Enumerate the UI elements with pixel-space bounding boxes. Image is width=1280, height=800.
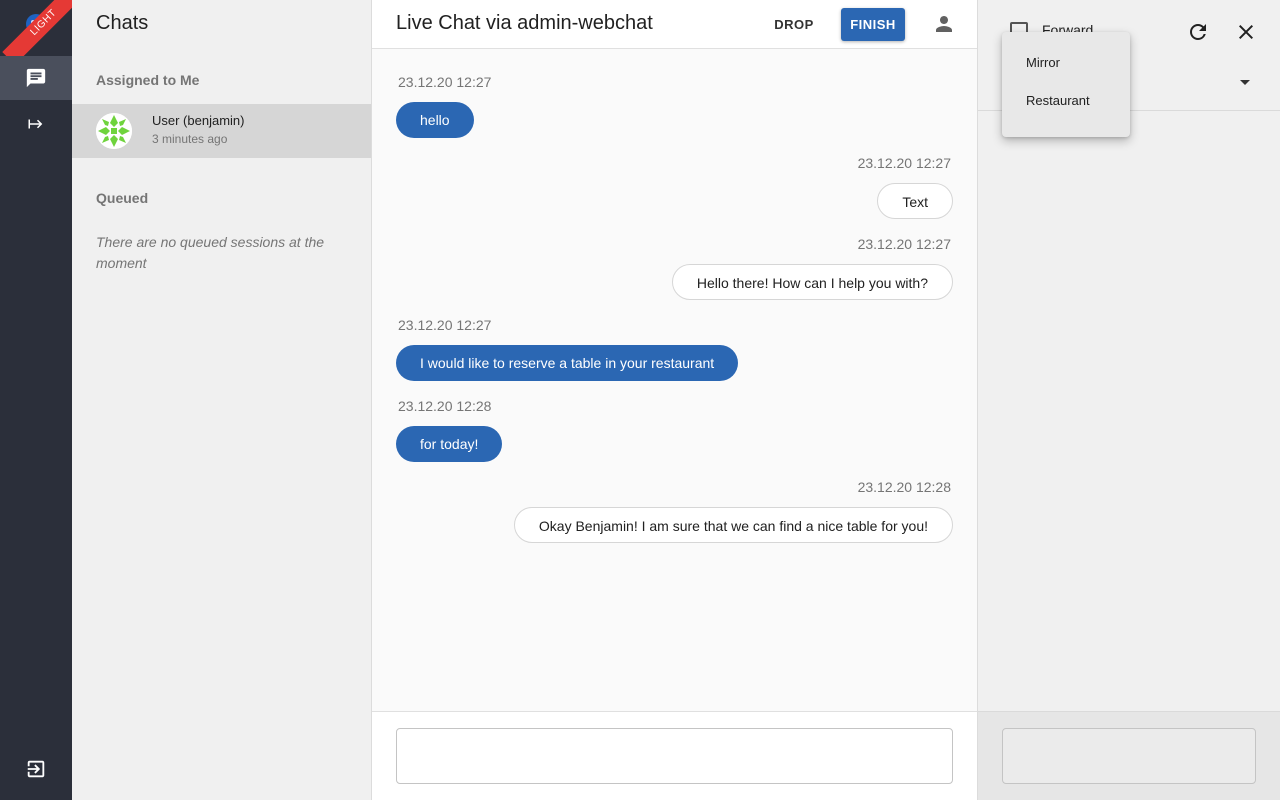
queued-section-label: Queued	[96, 190, 149, 206]
menu-item-mirror[interactable]: Mirror	[1002, 44, 1130, 82]
message-timestamp: 23.12.20 12:27	[857, 155, 951, 171]
message-bubble-outgoing: hello	[396, 102, 474, 138]
rail-forward-button[interactable]	[0, 102, 72, 146]
menu-item-restaurant[interactable]: Restaurant	[1002, 82, 1130, 120]
message-bubble-outgoing: I would like to reserve a table in your …	[396, 345, 739, 381]
refresh-icon[interactable]	[1186, 20, 1210, 44]
rail-logout-button[interactable]	[0, 747, 72, 791]
message-timestamp: 23.12.20 12:27	[398, 317, 492, 333]
chat-list-item[interactable]: User (benjamin) 3 minutes ago	[72, 104, 371, 158]
message-bubble-incoming: Text	[877, 183, 953, 219]
avatar	[96, 113, 132, 149]
app-rail: LIGHT	[0, 0, 72, 800]
message-timestamp: 23.12.20 12:28	[857, 479, 951, 495]
close-icon[interactable]	[1234, 20, 1258, 44]
finish-button[interactable]: FINISH	[841, 8, 905, 41]
app-logo: LIGHT	[0, 0, 72, 56]
message-input[interactable]	[396, 728, 953, 784]
chat-panel: Live Chat via admin-webchat DROP FINISH …	[372, 0, 977, 800]
identicon-icon	[96, 113, 132, 149]
message-timestamp: 23.12.20 12:28	[398, 398, 492, 414]
message-bubble-outgoing: for today!	[396, 426, 503, 462]
chat-icon	[26, 68, 46, 88]
chat-header: Live Chat via admin-webchat DROP FINISH	[372, 0, 977, 49]
dropdown-menu: Mirror Restaurant	[1002, 32, 1130, 137]
sidebar-title: Chats	[96, 12, 149, 34]
assigned-section-label: Assigned to Me	[96, 72, 200, 88]
side-panel-field[interactable]	[1002, 728, 1256, 784]
message-timestamp: 23.12.20 12:27	[857, 236, 951, 252]
drop-button[interactable]: DROP	[764, 8, 824, 41]
side-panel-footer	[978, 711, 1280, 800]
chat-user-name: User (benjamin)	[152, 113, 245, 128]
select-caret-icon[interactable]	[1240, 80, 1250, 85]
message-bubble-incoming: Okay Benjamin! I am sure that we can fin…	[513, 507, 953, 543]
chat-timestamp: 3 minutes ago	[152, 132, 228, 146]
queued-empty-message: There are no queued sessions at the mome…	[96, 234, 325, 271]
user-profile-icon[interactable]	[932, 12, 956, 36]
edition-badge: LIGHT	[2, 0, 72, 56]
message-timestamp: 23.12.20 12:27	[398, 74, 492, 90]
message-composer	[372, 711, 977, 800]
chats-sidebar: Chats Assigned to Me User (benjamin) 3 m…	[72, 0, 372, 800]
chat-title: Live Chat via admin-webchat	[396, 12, 653, 34]
forward-icon	[28, 119, 43, 129]
logout-icon	[27, 760, 45, 778]
rail-chats-button[interactable]	[0, 56, 72, 100]
message-bubble-incoming: Hello there! How can I help you with?	[671, 264, 953, 300]
